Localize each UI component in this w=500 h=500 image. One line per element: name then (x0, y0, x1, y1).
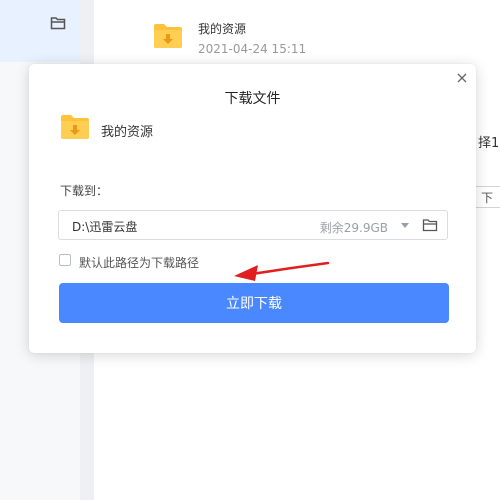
background-button-fragment[interactable]: 下 (474, 186, 500, 208)
save-path-select[interactable]: D:\迅雷云盘 剩余29.9GB (58, 210, 448, 240)
dialog-title: 下载文件 (224, 91, 281, 107)
file-timestamp: 2021-04-24 15:11 (198, 42, 307, 56)
download-folder-icon (61, 115, 89, 139)
close-icon[interactable] (455, 71, 469, 85)
file-name: 我的资源 (198, 22, 247, 36)
resource-name: 我的资源 (101, 125, 154, 140)
chevron-down-icon[interactable] (401, 223, 409, 228)
background-text-fragment: 择1个 (478, 136, 500, 151)
sidebar-item-active[interactable] (0, 0, 80, 62)
space-remaining: 剩余29.9GB (319, 221, 388, 235)
download-now-button[interactable]: 立即下载 (59, 283, 449, 323)
list-item[interactable]: 我的资源 2021-04-24 15:11 (140, 0, 500, 66)
save-location-label: 下载到： (60, 184, 109, 198)
default-path-checkbox[interactable] (59, 254, 71, 266)
default-path-checkbox-label: 默认此路径为下载路径 (79, 256, 200, 270)
download-folder-icon (154, 24, 182, 48)
folder-outline-icon (50, 17, 66, 30)
download-dialog: 下载文件 我的资源 下载到： D:\迅雷云盘 剩余29.9GB 默认此路径为下载… (29, 64, 476, 353)
save-path-value: D:\迅雷云盘 (72, 220, 138, 234)
folder-outline-icon[interactable] (422, 218, 438, 232)
